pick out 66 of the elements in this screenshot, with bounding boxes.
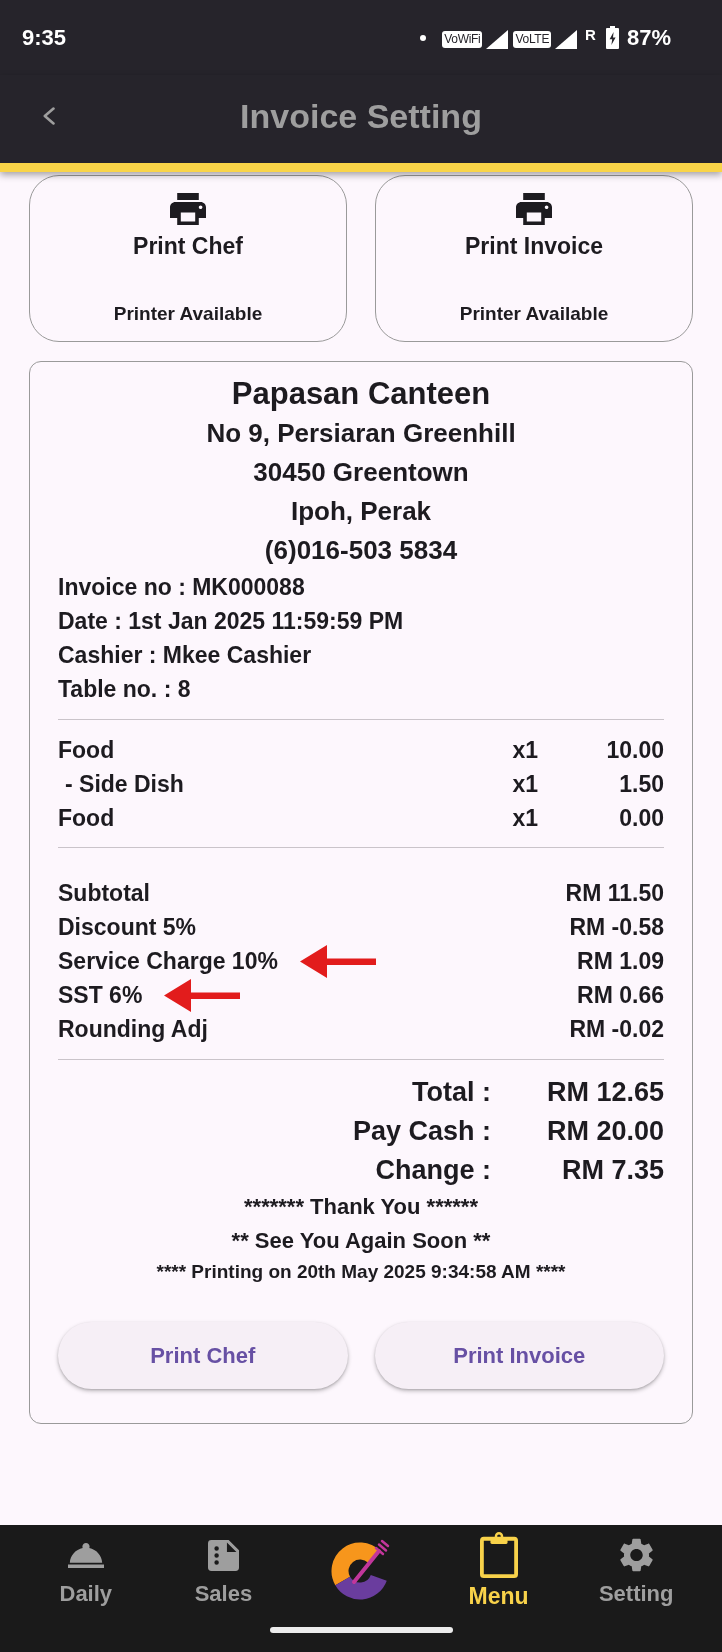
summary-label: SST 6%: [58, 981, 143, 1010]
back-icon[interactable]: [42, 107, 55, 125]
address-line: (6)016-503 5834: [263, 534, 459, 567]
notification-dot-icon: [420, 34, 427, 41]
printer-card[interactable]: Print Chef Printer Available: [29, 175, 347, 342]
shop-name: Papasan Canteen: [230, 375, 492, 413]
address-line: 30450 Greentown: [252, 456, 470, 489]
item-amount: 1.50: [618, 770, 664, 799]
summary-amount: RM -0.02: [569, 1015, 664, 1044]
nav-tab[interactable]: Daily: [53, 1535, 119, 1607]
item-amount: 10.00: [605, 736, 664, 765]
printer-name: Print Invoice: [464, 232, 603, 260]
printer-status: Printer Available: [459, 302, 609, 326]
clipboard-icon: [479, 1532, 518, 1578]
nav-tab[interactable]: Menu: [462, 1535, 535, 1611]
item-quantity: x1: [512, 804, 538, 833]
screen-title: Invoice Setting: [240, 96, 482, 136]
item-amount: 0.00: [618, 804, 664, 833]
invoice-info-line: Invoice no : MK000088: [58, 573, 306, 602]
signal-icon: [555, 30, 578, 49]
printer-card[interactable]: Print Invoice Printer Available: [375, 175, 693, 342]
print-time-line: **** Printing on 20th May 2025 9:34:58 AM ****: [155, 1260, 567, 1284]
total-label: Total :: [411, 1076, 491, 1109]
printer-status: Printer Available: [113, 302, 263, 326]
summary-label: Discount 5%: [58, 913, 197, 942]
summary-amount: RM 1.09: [577, 947, 664, 976]
summary-label: Rounding Adj: [58, 1015, 208, 1044]
address-line: No 9, Persiaran Greenhill: [205, 417, 517, 450]
total-amount: RM 20.00: [545, 1115, 664, 1148]
network-indicator: VoWiFi: [442, 31, 483, 48]
invoice-info-line: Date : 1st Jan 2025 11:59:59 PM: [58, 607, 405, 636]
invoice-info-line: Table no. : 8: [58, 675, 192, 704]
item-name: - Side Dish: [64, 770, 185, 799]
thank-you-line: ******* Thank You ******: [243, 1193, 479, 1221]
item-quantity: x1: [512, 770, 538, 799]
thank-you-line: ** See You Again Soon **: [230, 1227, 492, 1255]
roaming-indicator: R: [585, 26, 596, 43]
printer-name: Print Chef: [133, 232, 243, 260]
address-line: Ipoh, Perak: [289, 495, 433, 528]
printer-icon: [516, 193, 552, 225]
nav-tab[interactable]: Sales: [188, 1535, 259, 1607]
print-button[interactable]: Print Chef: [58, 1322, 348, 1389]
battery-level: 87%: [626, 24, 671, 51]
total-amount: RM 7.35: [560, 1154, 664, 1187]
item-name: Food: [58, 736, 116, 765]
network-indicator: VoLTE: [513, 31, 552, 48]
item-quantity: x1: [512, 736, 538, 765]
summary-amount: RM -0.58: [569, 913, 664, 942]
total-label: Pay Cash :: [351, 1115, 491, 1148]
summary-label: Service Charge 10%: [58, 947, 278, 976]
printer-icon: [170, 193, 206, 225]
cloche-icon: [67, 1542, 104, 1568]
status-time: 9:35: [22, 24, 67, 51]
summary-amount: RM 0.66: [577, 981, 664, 1010]
signal-icon: [486, 30, 509, 49]
total-label: Change :: [374, 1154, 491, 1187]
gear-icon: [619, 1538, 653, 1572]
total-amount: RM 12.65: [545, 1076, 664, 1109]
summary-amount: RM 11.50: [565, 879, 664, 908]
print-button[interactable]: Print Invoice: [374, 1322, 664, 1389]
nav-tab[interactable]: Setting: [592, 1535, 680, 1607]
invoice-info-line: Cashier : Mkee Cashier: [58, 641, 313, 670]
document-icon: [207, 1539, 239, 1571]
item-name: Food: [58, 804, 116, 833]
battery-charging-icon: [605, 26, 619, 49]
summary-label: Subtotal: [58, 879, 150, 908]
